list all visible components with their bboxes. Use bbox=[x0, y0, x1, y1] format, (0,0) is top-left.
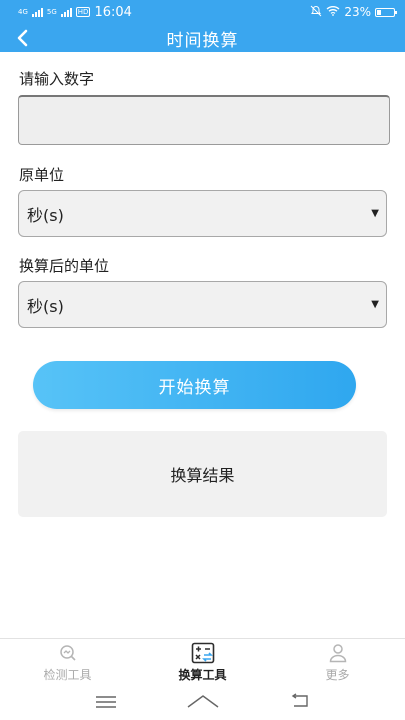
wifi-icon bbox=[326, 5, 340, 19]
battery-level: 23% bbox=[344, 5, 371, 19]
source-unit-select[interactable]: 秒(s) ▼ bbox=[18, 190, 387, 237]
number-input[interactable] bbox=[18, 95, 390, 145]
back-nav-icon[interactable] bbox=[289, 693, 311, 713]
chevron-left-icon bbox=[17, 29, 28, 47]
source-unit-value: 秒(s) bbox=[27, 205, 64, 225]
menu-icon[interactable] bbox=[95, 694, 117, 713]
target-unit-value: 秒(s) bbox=[27, 296, 64, 316]
status-bar: 4G 5G HD 16:04 23% bbox=[0, 0, 405, 24]
dropdown-arrow-icon: ▼ bbox=[371, 208, 379, 219]
status-time: 16:04 bbox=[94, 4, 132, 20]
source-unit-label: 原单位 bbox=[19, 166, 65, 184]
user-icon bbox=[328, 642, 348, 664]
network-type-1: 4G bbox=[18, 7, 28, 16]
system-nav-bar bbox=[0, 686, 405, 720]
dropdown-arrow-icon: ▼ bbox=[371, 299, 379, 310]
signal-icon-2 bbox=[60, 7, 72, 17]
nav-label-convert: 换算工具 bbox=[178, 668, 227, 682]
nav-label-more: 更多 bbox=[325, 668, 350, 682]
nav-item-convert[interactable]: 换算工具 bbox=[135, 639, 270, 686]
signal-icon bbox=[31, 7, 43, 17]
result-panel: 换算结果 bbox=[18, 431, 387, 517]
detect-icon bbox=[58, 642, 78, 664]
nav-label-detect: 检测工具 bbox=[43, 668, 92, 682]
nav-item-more[interactable]: 更多 bbox=[270, 639, 405, 686]
bottom-nav: 检测工具 换算工具 更多 bbox=[0, 638, 405, 686]
page-title: 时间换算 bbox=[166, 30, 239, 51]
back-button[interactable] bbox=[10, 26, 34, 50]
battery-icon bbox=[375, 7, 397, 17]
start-convert-button[interactable]: 开始换算 bbox=[33, 361, 356, 409]
target-unit-label: 换算后的单位 bbox=[19, 257, 110, 275]
hd-badge: HD bbox=[75, 7, 91, 17]
app-bar: 时间换算 bbox=[0, 24, 405, 52]
number-input-label: 请输入数字 bbox=[19, 70, 95, 88]
network-type-2: 5G bbox=[46, 7, 57, 16]
home-icon[interactable] bbox=[186, 693, 220, 713]
mute-icon bbox=[310, 5, 322, 20]
nav-item-detect[interactable]: 检测工具 bbox=[0, 639, 135, 686]
target-unit-select[interactable]: 秒(s) ▼ bbox=[18, 281, 387, 328]
calculator-icon bbox=[191, 642, 215, 664]
result-text: 换算结果 bbox=[170, 466, 235, 485]
